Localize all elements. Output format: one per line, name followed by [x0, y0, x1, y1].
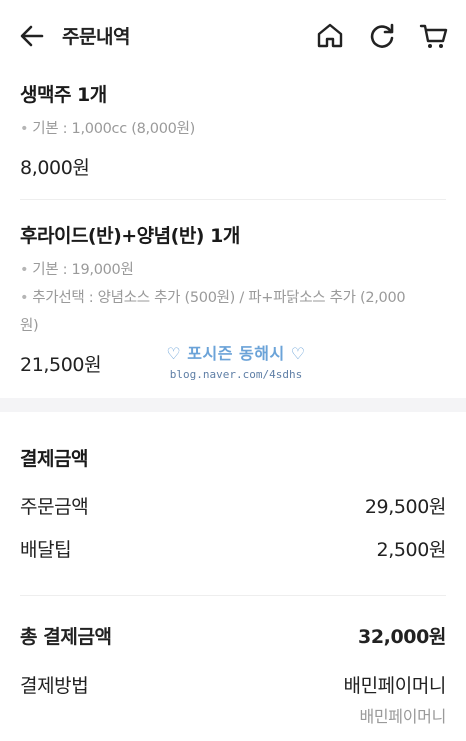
item-option: • 기본 : 1,000cc (8,000원) — [20, 121, 195, 137]
order-item: 생맥주 1개 • 기본 : 1,000cc (8,000원) 8,000원 — [20, 80, 446, 180]
item-option: • 추가선택 : 양념소스 추가 (500원) / 파+파닭소스 추가 (2,00… — [20, 290, 406, 306]
order-amount-label: 주문금액 — [20, 496, 89, 518]
divider — [20, 199, 446, 200]
total-amount-label: 총 결제금액 — [20, 626, 112, 648]
payment-section-title: 결제금액 — [20, 448, 88, 470]
blog-watermark: ♡ 포시즌 동해시 ♡ blog.naver.com/4sdhs — [166, 340, 306, 400]
payment-method-value: 배민페이머니 — [343, 675, 447, 697]
refresh-icon[interactable] — [366, 20, 398, 52]
payment-method-sub: 배민페이머니 — [359, 707, 446, 726]
cart-icon[interactable] — [418, 20, 450, 52]
top-bar: 주문내역 — [0, 0, 466, 72]
payment-method-row: 결제방법 배민페이머니 — [20, 671, 446, 701]
divider — [20, 595, 446, 596]
order-amount-row: 주문금액 29,500원 — [20, 492, 446, 522]
watermark-url: blog.naver.com/4sdhs — [169, 368, 303, 381]
item-option: • 기본 : 19,000원 — [20, 262, 134, 278]
payment-method-label: 결제방법 — [20, 675, 89, 697]
back-arrow-icon[interactable] — [16, 20, 48, 52]
item-price: 8,000원 — [20, 157, 90, 179]
page-title: 주문내역 — [62, 26, 130, 48]
delivery-tip-label: 배달팁 — [20, 539, 72, 561]
home-icon[interactable] — [314, 20, 346, 52]
item-name: 후라이드(반)+양념(반) 1개 — [20, 225, 240, 247]
item-option-continued: 원) — [20, 318, 39, 334]
item-name: 생맥주 1개 — [20, 84, 107, 106]
order-amount-value: 29,500원 — [364, 496, 447, 518]
section-separator — [0, 398, 466, 412]
total-amount-row: 총 결제금액 32,000원 — [20, 622, 446, 652]
delivery-tip-row: 배달팁 2,500원 — [20, 535, 446, 565]
total-amount-value: 32,000원 — [358, 626, 446, 648]
delivery-tip-value: 2,500원 — [376, 539, 447, 561]
watermark-title: ♡ 포시즌 동해시 ♡ — [166, 344, 306, 363]
